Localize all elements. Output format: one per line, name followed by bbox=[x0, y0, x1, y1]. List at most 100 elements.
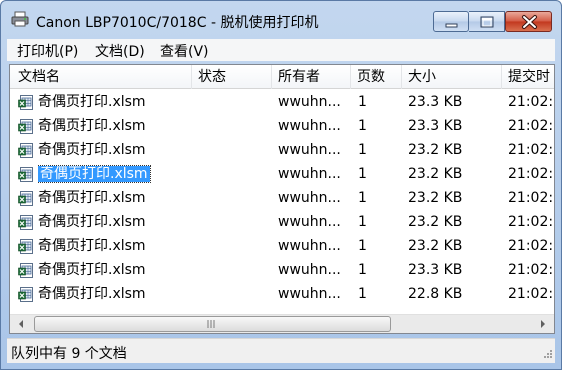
excel-document-icon bbox=[18, 239, 33, 254]
status-cell bbox=[198, 90, 272, 114]
document-list[interactable]: 文档名 状态 所有者 页数 大小 提交时 奇偶页打印.xlsm wwuhn... 1… bbox=[9, 64, 555, 334]
owner-cell: wwuhn... bbox=[278, 238, 341, 254]
owner-cell: wwuhn... bbox=[278, 262, 341, 278]
size-cell: 23.3 KB bbox=[408, 262, 463, 278]
pages-cell: 1 bbox=[358, 286, 367, 302]
size-cell: 23.2 KB bbox=[408, 142, 463, 158]
excel-document-icon bbox=[18, 167, 33, 182]
excel-document-icon bbox=[18, 119, 33, 134]
pages-cell: 1 bbox=[358, 238, 367, 254]
pages-cell: 1 bbox=[358, 262, 367, 278]
status-cell bbox=[198, 186, 272, 210]
queue-count-text: 队列中有 9 个文档 bbox=[11, 346, 127, 362]
column-header-pages[interactable]: 页数 bbox=[351, 65, 402, 89]
status-cell bbox=[198, 114, 272, 138]
document-name-cell: 奇偶页打印.xlsm bbox=[38, 282, 190, 306]
submitted-cell: 21:02: bbox=[508, 166, 554, 182]
status-cell bbox=[198, 282, 272, 306]
status-cell bbox=[198, 162, 272, 186]
size-cell: 22.8 KB bbox=[408, 286, 463, 302]
column-header-status[interactable]: 状态 bbox=[192, 65, 272, 89]
owner-cell: wwuhn... bbox=[278, 190, 341, 206]
excel-document-icon bbox=[18, 95, 33, 110]
column-header-submitted[interactable]: 提交时 bbox=[502, 65, 554, 89]
scrollbar-thumb[interactable] bbox=[34, 316, 391, 332]
minimize-button[interactable] bbox=[433, 11, 469, 32]
submitted-cell: 21:02: bbox=[508, 238, 554, 254]
print-queue-window: Canon LBP7010C/7018C - 脱机使用打印机 打印机(P) 文档… bbox=[0, 0, 562, 370]
status-cell bbox=[198, 210, 272, 234]
document-name-cell: 奇偶页打印.xlsm bbox=[38, 162, 190, 186]
pages-cell: 1 bbox=[358, 118, 367, 134]
table-row[interactable]: 奇偶页打印.xlsm wwuhn... 1 23.2 KB 21:02: bbox=[10, 234, 554, 258]
document-name-cell: 奇偶页打印.xlsm bbox=[38, 90, 190, 114]
column-header-owner[interactable]: 所有者 bbox=[272, 65, 351, 89]
document-name-cell: 奇偶页打印.xlsm bbox=[38, 114, 190, 138]
pages-cell: 1 bbox=[358, 166, 367, 182]
table-row[interactable]: 奇偶页打印.xlsm wwuhn... 1 22.8 KB 21:02: bbox=[10, 282, 554, 306]
document-name: 奇偶页打印.xlsm bbox=[38, 190, 146, 206]
document-name-cell: 奇偶页打印.xlsm bbox=[38, 234, 190, 258]
pages-cell: 1 bbox=[358, 190, 367, 206]
close-button[interactable] bbox=[505, 11, 552, 32]
submitted-cell: 21:02: bbox=[508, 118, 554, 134]
submitted-cell: 21:02: bbox=[508, 262, 554, 278]
document-name-cell: 奇偶页打印.xlsm bbox=[38, 138, 190, 162]
document-name: 奇偶页打印.xlsm bbox=[38, 286, 146, 302]
menu-document[interactable]: 文档(D) bbox=[95, 41, 145, 61]
document-name-cell: 奇偶页打印.xlsm bbox=[38, 186, 190, 210]
scroll-right-icon[interactable] bbox=[534, 315, 552, 333]
menu-bar: 打印机(P) 文档(D) 查看(V) bbox=[7, 39, 555, 61]
maximize-icon bbox=[480, 16, 494, 28]
size-cell: 23.3 KB bbox=[408, 94, 463, 110]
table-row[interactable]: 奇偶页打印.xlsm wwuhn... 1 23.3 KB 21:02: bbox=[10, 90, 554, 114]
menu-printer[interactable]: 打印机(P) bbox=[17, 41, 78, 61]
printer-icon bbox=[11, 11, 29, 27]
resize-grip-icon[interactable] bbox=[541, 349, 553, 361]
submitted-cell: 21:02: bbox=[508, 286, 554, 302]
maximize-button[interactable] bbox=[469, 11, 505, 32]
pages-cell: 1 bbox=[358, 94, 367, 110]
table-row[interactable]: 奇偶页打印.xlsm wwuhn... 1 23.2 KB 21:02: bbox=[10, 162, 554, 186]
title-bar[interactable]: Canon LBP7010C/7018C - 脱机使用打印机 bbox=[1, 1, 561, 35]
owner-cell: wwuhn... bbox=[278, 118, 341, 134]
table-row[interactable]: 奇偶页打印.xlsm wwuhn... 1 23.2 KB 21:02: bbox=[10, 186, 554, 210]
owner-cell: wwuhn... bbox=[278, 142, 341, 158]
grip-icon bbox=[207, 320, 215, 328]
submitted-cell: 21:02: bbox=[508, 142, 554, 158]
document-name: 奇偶页打印.xlsm bbox=[38, 262, 146, 278]
table-row[interactable]: 奇偶页打印.xlsm wwuhn... 1 23.3 KB 21:02: bbox=[10, 114, 554, 138]
submitted-cell: 21:02: bbox=[508, 94, 554, 110]
document-name: 奇偶页打印.xlsm bbox=[38, 94, 146, 110]
document-name: 奇偶页打印.xlsm bbox=[38, 214, 146, 230]
column-header-name[interactable]: 文档名 bbox=[10, 65, 192, 89]
window-title: Canon LBP7010C/7018C - 脱机使用打印机 bbox=[36, 15, 319, 31]
owner-cell: wwuhn... bbox=[278, 286, 341, 302]
scroll-left-icon[interactable] bbox=[12, 315, 30, 333]
excel-document-icon bbox=[18, 263, 33, 278]
submitted-cell: 21:02: bbox=[508, 214, 554, 230]
pages-cell: 1 bbox=[358, 142, 367, 158]
table-row[interactable]: 奇偶页打印.xlsm wwuhn... 1 23.3 KB 21:02: bbox=[10, 258, 554, 282]
pages-cell: 1 bbox=[358, 214, 367, 230]
document-name: 奇偶页打印.xlsm bbox=[38, 238, 146, 254]
document-name-cell: 奇偶页打印.xlsm bbox=[38, 210, 190, 234]
size-cell: 23.3 KB bbox=[408, 118, 463, 134]
size-cell: 23.2 KB bbox=[408, 214, 463, 230]
document-name: 奇偶页打印.xlsm bbox=[38, 165, 151, 183]
column-header-size[interactable]: 大小 bbox=[402, 65, 502, 89]
table-row[interactable]: 奇偶页打印.xlsm wwuhn... 1 23.2 KB 21:02: bbox=[10, 138, 554, 162]
horizontal-scrollbar[interactable] bbox=[10, 314, 554, 333]
menu-view[interactable]: 查看(V) bbox=[160, 41, 209, 61]
document-name: 奇偶页打印.xlsm bbox=[38, 118, 146, 134]
status-cell bbox=[198, 138, 272, 162]
size-cell: 23.2 KB bbox=[408, 166, 463, 182]
document-name-cell: 奇偶页打印.xlsm bbox=[38, 258, 190, 282]
owner-cell: wwuhn... bbox=[278, 166, 341, 182]
excel-document-icon bbox=[18, 143, 33, 158]
excel-document-icon bbox=[18, 215, 33, 230]
excel-document-icon bbox=[18, 287, 33, 302]
table-row[interactable]: 奇偶页打印.xlsm wwuhn... 1 23.2 KB 21:02: bbox=[10, 210, 554, 234]
column-header: 文档名 状态 所有者 页数 大小 提交时 bbox=[10, 65, 554, 89]
document-name: 奇偶页打印.xlsm bbox=[38, 142, 146, 158]
